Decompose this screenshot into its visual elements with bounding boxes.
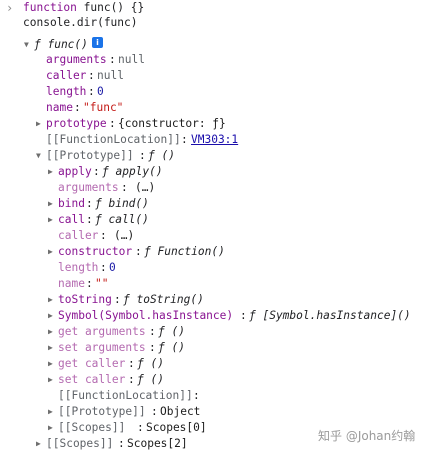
prop-key: name — [46, 101, 73, 114]
keyword-function: function — [23, 1, 77, 14]
prop-key: length — [58, 261, 99, 274]
expand-triangle-icon[interactable]: ▶ — [48, 324, 53, 340]
expand-triangle-icon[interactable]: ▶ — [48, 356, 53, 372]
prop-key[interactable]: prototype — [46, 116, 107, 132]
prop-key: [[FunctionLocation]] — [58, 389, 193, 402]
prop-value: Scopes[2] — [127, 437, 188, 450]
source-location-link[interactable]: VM303:1 — [191, 132, 238, 148]
prop-value: ƒ () — [158, 325, 185, 338]
getter-invoke-value[interactable]: (…) — [135, 180, 155, 196]
prop-value: Object — [160, 405, 201, 418]
input-code-line2: console.dir(func) — [23, 16, 138, 29]
prop-key: length — [46, 85, 87, 98]
prop-key: arguments — [58, 181, 119, 194]
object-header-text[interactable]: ƒ func() — [34, 37, 88, 53]
prop-key[interactable]: get arguments — [58, 324, 146, 340]
expand-triangle-icon[interactable]: ▶ — [48, 292, 53, 308]
prop-value: ƒ bind() — [95, 197, 149, 210]
info-icon[interactable]: i — [92, 37, 103, 48]
prop-key[interactable]: apply — [58, 164, 92, 180]
prop-key[interactable]: [[Prototype]] — [46, 148, 134, 164]
expand-triangle-icon[interactable]: ▶ — [48, 196, 53, 212]
prop-value: null — [118, 53, 145, 66]
prompt-chevron-icon: › — [6, 1, 14, 15]
prop-value: Scopes[0] — [146, 421, 207, 434]
prop-key: arguments — [46, 53, 107, 66]
watermark: 知乎 @Johan约翰 — [318, 429, 416, 443]
prop-key[interactable]: toString — [58, 292, 112, 308]
expand-triangle-icon[interactable]: ▶ — [48, 244, 53, 260]
prop-key[interactable]: Symbol(Symbol.hasInstance) — [58, 308, 233, 324]
prop-value: "" — [95, 277, 109, 290]
prop-key[interactable]: set caller — [58, 372, 125, 388]
prop-value: ƒ () — [148, 149, 175, 162]
getter-invoke-value[interactable]: (…) — [114, 228, 134, 244]
expand-triangle-icon[interactable]: ▶ — [48, 420, 53, 436]
prop-value: ƒ () — [137, 373, 164, 386]
expand-triangle-icon[interactable]: ▶ — [48, 340, 53, 356]
prop-value: null — [97, 69, 124, 82]
expand-triangle-icon[interactable]: ▶ — [36, 116, 41, 132]
expand-triangle-icon[interactable]: ▶ — [48, 164, 53, 180]
input-code-rest: func() {} — [76, 1, 145, 14]
prop-key: caller — [58, 229, 99, 242]
prop-value: ƒ apply() — [102, 165, 163, 178]
expand-triangle-icon[interactable]: ▼ — [36, 148, 41, 164]
prop-value: "func" — [83, 101, 124, 114]
expand-triangle-icon[interactable]: ▼ — [24, 37, 29, 53]
expand-triangle-icon[interactable]: ▶ — [48, 212, 53, 228]
prop-key[interactable]: [[Prototype]] — [58, 404, 146, 420]
prop-key[interactable]: constructor — [58, 244, 132, 260]
prop-value: ƒ toString() — [123, 293, 204, 306]
prop-key: name — [58, 277, 85, 290]
prop-value: ƒ () — [158, 341, 185, 354]
prop-key[interactable]: call — [58, 212, 85, 228]
expand-triangle-icon[interactable]: ▶ — [36, 436, 41, 452]
expand-triangle-icon[interactable]: ▶ — [48, 372, 53, 388]
prop-key[interactable]: [[Scopes]] — [46, 436, 113, 452]
prop-key: [[FunctionLocation]] — [46, 133, 181, 146]
prop-value: ƒ Function() — [144, 245, 225, 258]
expand-triangle-icon[interactable]: ▶ — [48, 308, 53, 324]
prop-key[interactable]: bind — [58, 196, 85, 212]
prop-value: ƒ () — [137, 357, 164, 370]
prop-key: caller — [46, 69, 87, 82]
prop-value: 0 — [109, 261, 116, 274]
prop-value: ƒ call() — [95, 213, 149, 226]
prop-key[interactable]: get caller — [58, 356, 125, 372]
prop-key[interactable]: [[Scopes]] — [58, 420, 125, 436]
prop-key[interactable]: set arguments — [58, 340, 146, 356]
prop-value: 0 — [97, 85, 104, 98]
prop-value: ƒ [Symbol.hasInstance]() — [249, 309, 411, 322]
expand-triangle-icon[interactable]: ▶ — [48, 404, 53, 420]
prop-value: {constructor: ƒ} — [118, 117, 226, 130]
